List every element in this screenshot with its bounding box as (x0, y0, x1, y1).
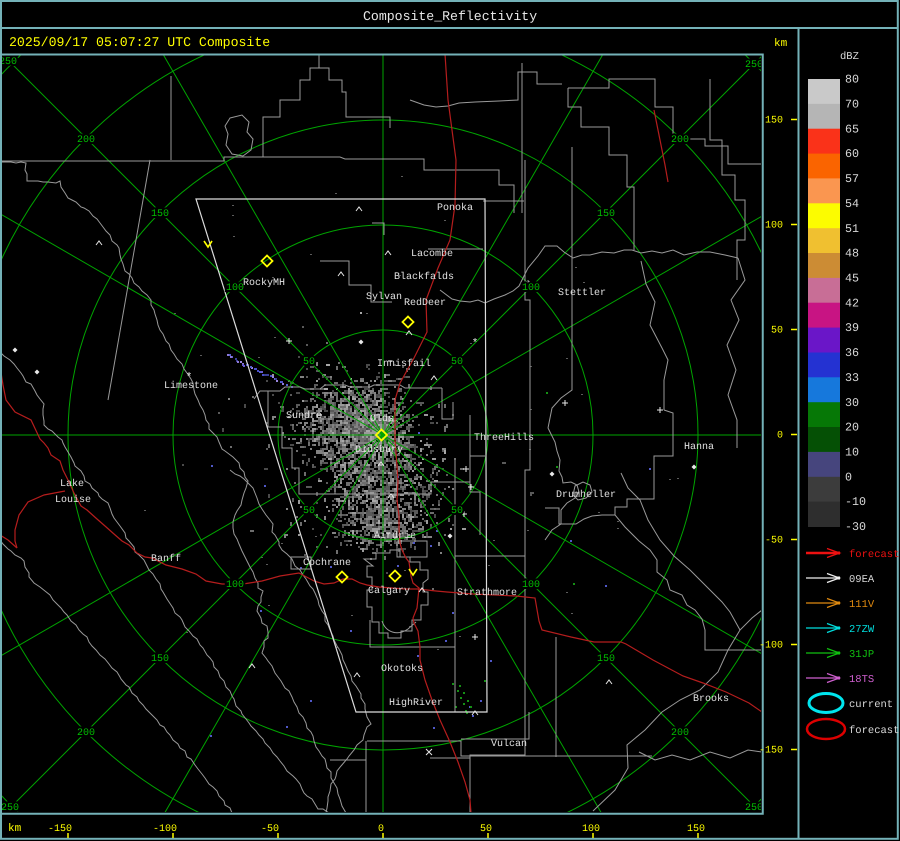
svg-text:200: 200 (671, 135, 689, 146)
svg-text:150: 150 (151, 209, 169, 220)
svg-text:HighRiver: HighRiver (389, 697, 443, 709)
svg-text:Innisfail: Innisfail (377, 358, 431, 370)
svg-text:250: 250 (745, 60, 763, 71)
svg-text:-50: -50 (261, 824, 279, 835)
svg-text:31JP: 31JP (849, 649, 874, 661)
svg-text:70: 70 (845, 98, 859, 112)
svg-text:60: 60 (845, 147, 859, 161)
svg-text:Cochrane: Cochrane (303, 557, 351, 569)
svg-text:150: 150 (597, 654, 615, 665)
svg-text:*: * (472, 338, 479, 350)
svg-text:200: 200 (77, 135, 95, 146)
svg-text:200: 200 (77, 728, 95, 739)
svg-text:45: 45 (845, 272, 859, 286)
svg-text:48: 48 (845, 247, 859, 261)
svg-text:2025/09/17 05:07:27 UTC Compos: 2025/09/17 05:07:27 UTC Composite (9, 35, 270, 50)
svg-text:forecast: forecast (849, 549, 899, 561)
svg-text:54: 54 (845, 197, 859, 211)
svg-text:km: km (8, 823, 22, 835)
svg-text:150: 150 (765, 115, 783, 126)
svg-text:RockyMH: RockyMH (243, 277, 285, 289)
svg-text:57: 57 (845, 172, 859, 186)
svg-text:51: 51 (845, 222, 859, 236)
svg-text:-10: -10 (845, 495, 866, 509)
svg-text:Didsbury: Didsbury (355, 444, 403, 456)
svg-text:Sylvan: Sylvan (366, 291, 402, 303)
svg-text:0: 0 (777, 430, 783, 441)
svg-text:forecast: forecast (849, 725, 899, 737)
svg-text:Vulcan: Vulcan (491, 738, 527, 750)
svg-text:RedDeer: RedDeer (404, 297, 446, 309)
svg-text:-150: -150 (759, 745, 783, 756)
svg-text:Drumheller: Drumheller (556, 489, 616, 501)
svg-text:150: 150 (687, 824, 705, 835)
svg-text:Okotoks: Okotoks (381, 663, 423, 675)
svg-text:10: 10 (845, 446, 859, 460)
svg-text:Blackfalds: Blackfalds (394, 271, 454, 283)
svg-text:Hanna: Hanna (684, 442, 714, 453)
svg-text:Lacombe: Lacombe (411, 248, 453, 260)
svg-text:42: 42 (845, 296, 859, 310)
svg-text:-30: -30 (845, 520, 866, 534)
svg-text:Stettler: Stettler (558, 287, 606, 299)
svg-text:65: 65 (845, 122, 859, 136)
svg-text:100: 100 (226, 580, 244, 591)
svg-text:Airdrie: Airdrie (374, 530, 416, 542)
svg-text:dBZ: dBZ (840, 51, 859, 63)
svg-text:100: 100 (522, 580, 540, 591)
svg-text:50: 50 (451, 506, 463, 517)
svg-text:ThreeHills: ThreeHills (474, 432, 534, 444)
svg-text:0: 0 (845, 470, 852, 484)
svg-text:Calgary: Calgary (368, 585, 410, 597)
svg-text:50: 50 (771, 325, 783, 336)
svg-text:20: 20 (845, 421, 859, 435)
svg-text:100: 100 (582, 824, 600, 835)
svg-text:50: 50 (480, 824, 492, 835)
svg-text:150: 150 (597, 209, 615, 220)
svg-text:36: 36 (845, 346, 859, 360)
svg-text:current: current (849, 699, 893, 711)
svg-text:Louise: Louise (55, 494, 91, 506)
svg-text:Strathmore: Strathmore (457, 587, 517, 599)
svg-text:150: 150 (151, 654, 169, 665)
svg-text:50: 50 (451, 357, 463, 368)
svg-text:Sundre: Sundre (286, 410, 322, 422)
svg-text:27ZW: 27ZW (849, 624, 875, 636)
svg-text:Ponoka: Ponoka (437, 202, 473, 214)
svg-text:Banff: Banff (151, 553, 181, 565)
svg-text:09EA: 09EA (849, 574, 875, 586)
svg-text:18TS: 18TS (849, 674, 874, 686)
svg-text:Lake: Lake (60, 478, 84, 490)
svg-text:50: 50 (303, 506, 315, 517)
svg-text:200: 200 (671, 728, 689, 739)
svg-text:Brooks: Brooks (693, 693, 729, 705)
svg-text:111V: 111V (849, 599, 875, 611)
svg-text:100: 100 (226, 283, 244, 294)
svg-text:100: 100 (522, 283, 540, 294)
svg-text:Limestone: Limestone (164, 380, 218, 392)
svg-text:-50: -50 (765, 535, 783, 546)
svg-text:250: 250 (0, 57, 17, 68)
svg-text:Composite_Reflectivity: Composite_Reflectivity (363, 9, 537, 24)
svg-text:30: 30 (845, 396, 859, 410)
svg-text:39: 39 (845, 321, 859, 335)
svg-text:50: 50 (303, 357, 315, 368)
svg-text:km: km (774, 38, 788, 50)
svg-text:100: 100 (765, 220, 783, 231)
svg-text:-100: -100 (759, 640, 783, 651)
svg-text:33: 33 (845, 371, 859, 385)
svg-text:Olds: Olds (370, 413, 394, 425)
svg-text:80: 80 (845, 73, 859, 87)
